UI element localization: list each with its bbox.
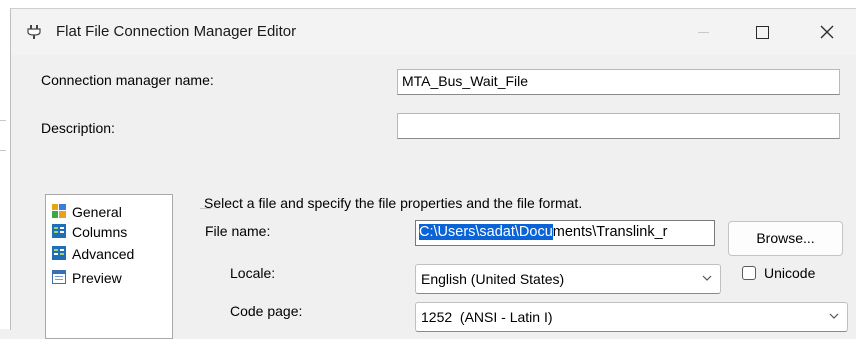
code-page-label: Code page: <box>230 303 303 319</box>
locale-label: Locale: <box>230 265 276 281</box>
close-button[interactable] <box>807 17 847 47</box>
nav-item-label: General <box>72 204 122 220</box>
unicode-checkbox[interactable] <box>742 266 756 280</box>
close-icon <box>820 25 834 39</box>
description-label: Description: <box>41 120 115 136</box>
minimize-button[interactable] <box>683 17 723 47</box>
file-name-selection: C:\Users\sadat\Docu <box>419 224 553 240</box>
edge-tick <box>0 120 6 121</box>
nav-item-label: Preview <box>72 270 122 286</box>
chevron-down-icon <box>702 275 712 281</box>
file-name-input[interactable]: C:\Users\sadat\Documents\Translink_r <box>415 220 715 246</box>
plug-icon <box>27 25 41 39</box>
window-title: Flat File Connection Manager Editor <box>56 23 297 40</box>
file-name-text: ments\Translink_r <box>552 224 668 240</box>
group-caption: Select a file and specify the file prope… <box>204 195 583 211</box>
code-page-dropdown[interactable]: 1252 (ANSI - Latin I) <box>415 302 848 332</box>
edge-tick <box>0 150 6 151</box>
minimize-icon <box>697 31 709 33</box>
title-bar[interactable]: Flat File Connection Manager Editor <box>11 9 856 55</box>
browse-button[interactable]: Browse... <box>728 221 843 256</box>
background-strip <box>0 0 856 8</box>
maximize-icon <box>755 25 769 39</box>
connection-name-label: Connection manager name: <box>41 72 214 88</box>
nav-item-label: Columns <box>72 224 128 240</box>
maximize-button[interactable] <box>742 17 782 47</box>
general-icon <box>52 204 66 218</box>
locale-value: English (United States) <box>421 271 565 287</box>
file-name-label: File name: <box>205 223 271 239</box>
description-input[interactable] <box>397 113 840 139</box>
nav-item-label: Advanced <box>72 246 135 262</box>
background-edge <box>0 8 10 329</box>
connection-name-input[interactable]: MTA_Bus_Wait_File <box>397 69 840 95</box>
columns-icon <box>52 224 66 238</box>
advanced-icon <box>52 246 66 260</box>
chevron-down-icon <box>829 313 839 319</box>
code-page-value: 1252 (ANSI - Latin I) <box>421 309 553 325</box>
unicode-label: Unicode <box>764 265 816 281</box>
locale-dropdown[interactable]: English (United States) <box>415 264 721 294</box>
page-navigation-list: General Columns Advanced Preview <box>45 194 173 339</box>
dialog-window: Flat File Connection Manager Editor Conn… <box>10 8 856 339</box>
preview-icon <box>52 270 66 284</box>
